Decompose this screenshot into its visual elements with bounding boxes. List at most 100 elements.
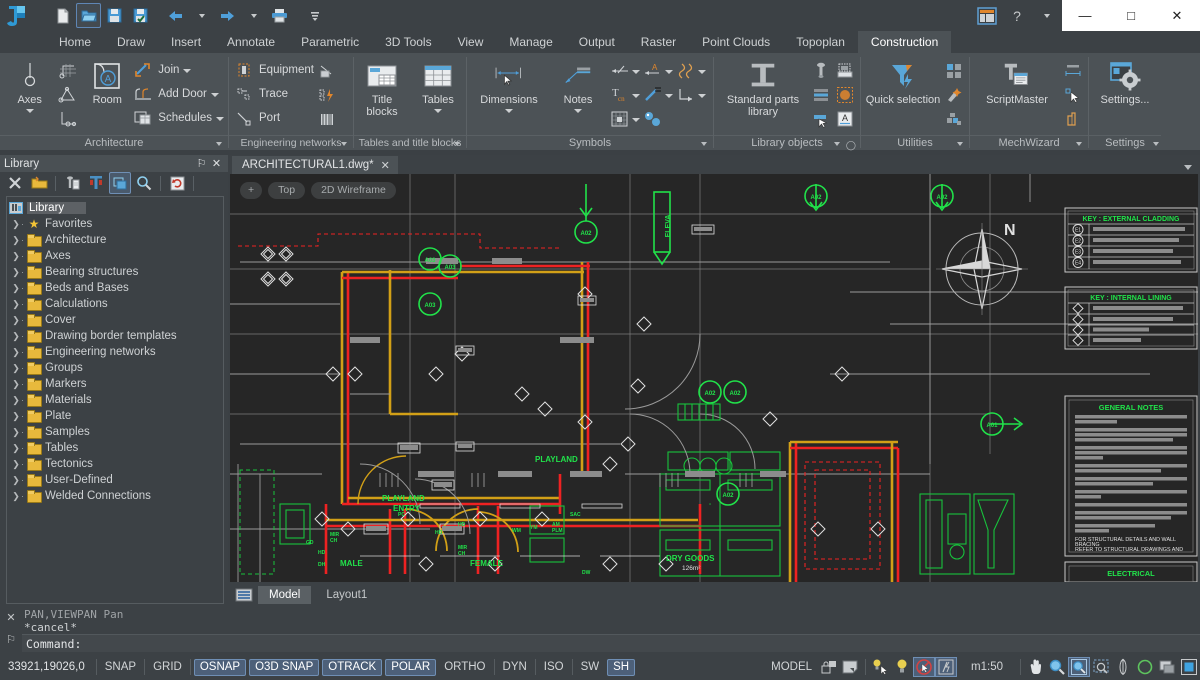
chevron-right-icon[interactable]: ❯ [11,315,21,326]
drawing-viewport[interactable]: .gl { stroke:#9a9a9a; stroke-width:0.9; … [230,174,1198,582]
chevron-right-icon[interactable]: ❯ [11,411,21,422]
scriptmaster-button[interactable]: ScriptMaster [974,58,1060,106]
print-icon[interactable] [267,3,292,28]
equipment-button[interactable]: Equipment [233,58,314,82]
annotation-scale-icon[interactable] [935,657,957,677]
panel-library-objects-expand-icon[interactable] [834,142,840,146]
properties-icon[interactable] [61,172,83,194]
chevron-right-icon[interactable]: ❯ [11,379,21,390]
redo-dropdown-icon[interactable] [241,3,266,28]
lightbulb-icon[interactable] [891,657,913,677]
tree-item-favorites[interactable]: ❯· ★ Favorites [7,216,223,232]
tree-item-calculations[interactable]: ❯· Calculations [7,296,223,312]
tables-button[interactable]: Tables [414,58,462,113]
block-edit-icon[interactable] [834,60,856,82]
undo-dropdown-icon[interactable] [189,3,214,28]
port-button[interactable]: Port [233,106,314,130]
layout-tab-layout1[interactable]: Layout1 [315,586,378,604]
attribute-text-icon[interactable]: A [834,108,856,130]
panel-settings-expand-icon[interactable] [1153,142,1159,146]
network-power-icon[interactable] [316,84,338,106]
lightbulb-select-icon[interactable] [869,657,891,677]
tree-item-beds-and-bases[interactable]: ❯· Beds and Bases [7,280,223,296]
break-line-icon[interactable] [675,60,697,82]
surface-finish-icon[interactable] [642,84,664,106]
viewport-menu-button[interactable]: + [240,182,262,199]
chevron-right-icon[interactable]: ❯ [11,331,21,342]
insert-part-icon[interactable] [810,108,832,130]
break-line-dropdown-icon[interactable] [698,70,706,74]
help-icon[interactable]: ? [1002,0,1032,31]
library-tree[interactable]: Library ❯· ★ Favorites ❯· Architecture ❯… [6,196,224,604]
schedules-dropdown-icon[interactable] [216,117,224,121]
command-line-close-button[interactable]: ✕ [6,611,15,624]
tree-item-library[interactable]: Library [7,200,223,216]
annotation-scale-label[interactable]: m1:50 [957,661,1017,673]
maximize-button[interactable]: □ [1108,0,1154,31]
tree-item-samples[interactable]: ❯· Samples [7,424,223,440]
redo-icon[interactable] [215,3,240,28]
tree-item-materials[interactable]: ❯· Materials [7,392,223,408]
delete-icon[interactable] [4,172,26,194]
chevron-right-icon[interactable]: ❯ [11,395,21,406]
dimension-tool-icon[interactable] [1062,60,1084,82]
hatch-dropdown-icon[interactable] [632,118,640,122]
add-door-button[interactable]: Add Door [132,82,224,106]
axis-grid-icon[interactable] [57,60,79,82]
axes-dropdown-icon[interactable] [26,109,34,113]
orbit-icon[interactable] [1112,657,1134,677]
status-toggle-sw[interactable]: SW [576,659,605,676]
panel-tables-expand-icon[interactable] [454,142,460,146]
text-style-icon[interactable]: Tcn [609,84,631,106]
library-pin-button[interactable]: ⚐ [194,157,209,170]
chevron-right-icon[interactable]: ❯ [11,347,21,358]
panel-utilities-expand-icon[interactable] [957,142,963,146]
view-orientation-button[interactable]: Top [268,182,305,199]
library-close-button[interactable]: ✕ [209,157,224,170]
leader-symbol-icon[interactable] [609,60,631,82]
bolt-icon[interactable] [810,60,832,82]
help-dropdown-icon[interactable] [1032,0,1062,31]
refresh-icon[interactable] [166,172,188,194]
pan-icon[interactable] [1024,657,1046,677]
visual-style-button[interactable]: 2D Wireframe [311,182,396,199]
chevron-right-icon[interactable]: ❯ [11,443,21,454]
zoom-extents-icon[interactable] [1090,657,1112,677]
layout-tab-model[interactable]: Model [258,586,311,604]
axis-linear-icon[interactable] [57,108,79,130]
minimize-button[interactable]: — [1062,0,1108,31]
block-select-icon[interactable] [834,84,856,106]
standard-parts-library-button[interactable]: Standard parts library [718,58,808,118]
tolerance-icon[interactable] [642,108,664,130]
copy-icon[interactable] [109,172,131,194]
chevron-right-icon[interactable]: ❯ [11,299,21,310]
new-file-icon[interactable] [50,3,75,28]
panel-engineering-expand-icon[interactable] [341,142,347,146]
tree-item-axes[interactable]: ❯· Axes [7,248,223,264]
quick-selection-button[interactable]: Quick selection [865,58,941,106]
tree-item-groups[interactable]: ❯· Groups [7,360,223,376]
tree-item-markers[interactable]: ❯· Markers [7,376,223,392]
save-icon[interactable] [102,3,127,28]
panel-symbols-expand-icon[interactable] [701,142,707,146]
model-space-label[interactable]: MODEL [765,661,818,673]
viewport-dropdown-icon[interactable] [840,657,862,677]
tab-construction[interactable]: Construction [858,31,951,53]
join-button[interactable]: Join [132,58,224,82]
chevron-right-icon[interactable]: ❯ [11,219,21,230]
tab-3d-tools[interactable]: 3D Tools [372,31,444,53]
filter-icon[interactable] [85,172,107,194]
status-toggle-sh[interactable]: SH [607,659,635,676]
annotation-symbol-icon[interactable]: A [642,60,664,82]
ribbon-collapse-icon[interactable] [1184,165,1192,170]
status-toggle-osnap[interactable]: OSNAP [194,659,246,676]
trace-button[interactable]: Trace [233,82,314,106]
annotation-symbol-dropdown-icon[interactable] [665,70,673,74]
close-button[interactable]: ✕ [1154,0,1200,31]
chevron-right-icon[interactable]: ❯ [11,459,21,470]
panel-mechwizard-expand-icon[interactable] [1076,142,1082,146]
add-door-dropdown-icon[interactable] [211,93,219,97]
zoom-icon[interactable] [1046,657,1068,677]
tab-output[interactable]: Output [566,31,628,53]
chevron-right-icon[interactable]: ❯ [11,491,21,502]
